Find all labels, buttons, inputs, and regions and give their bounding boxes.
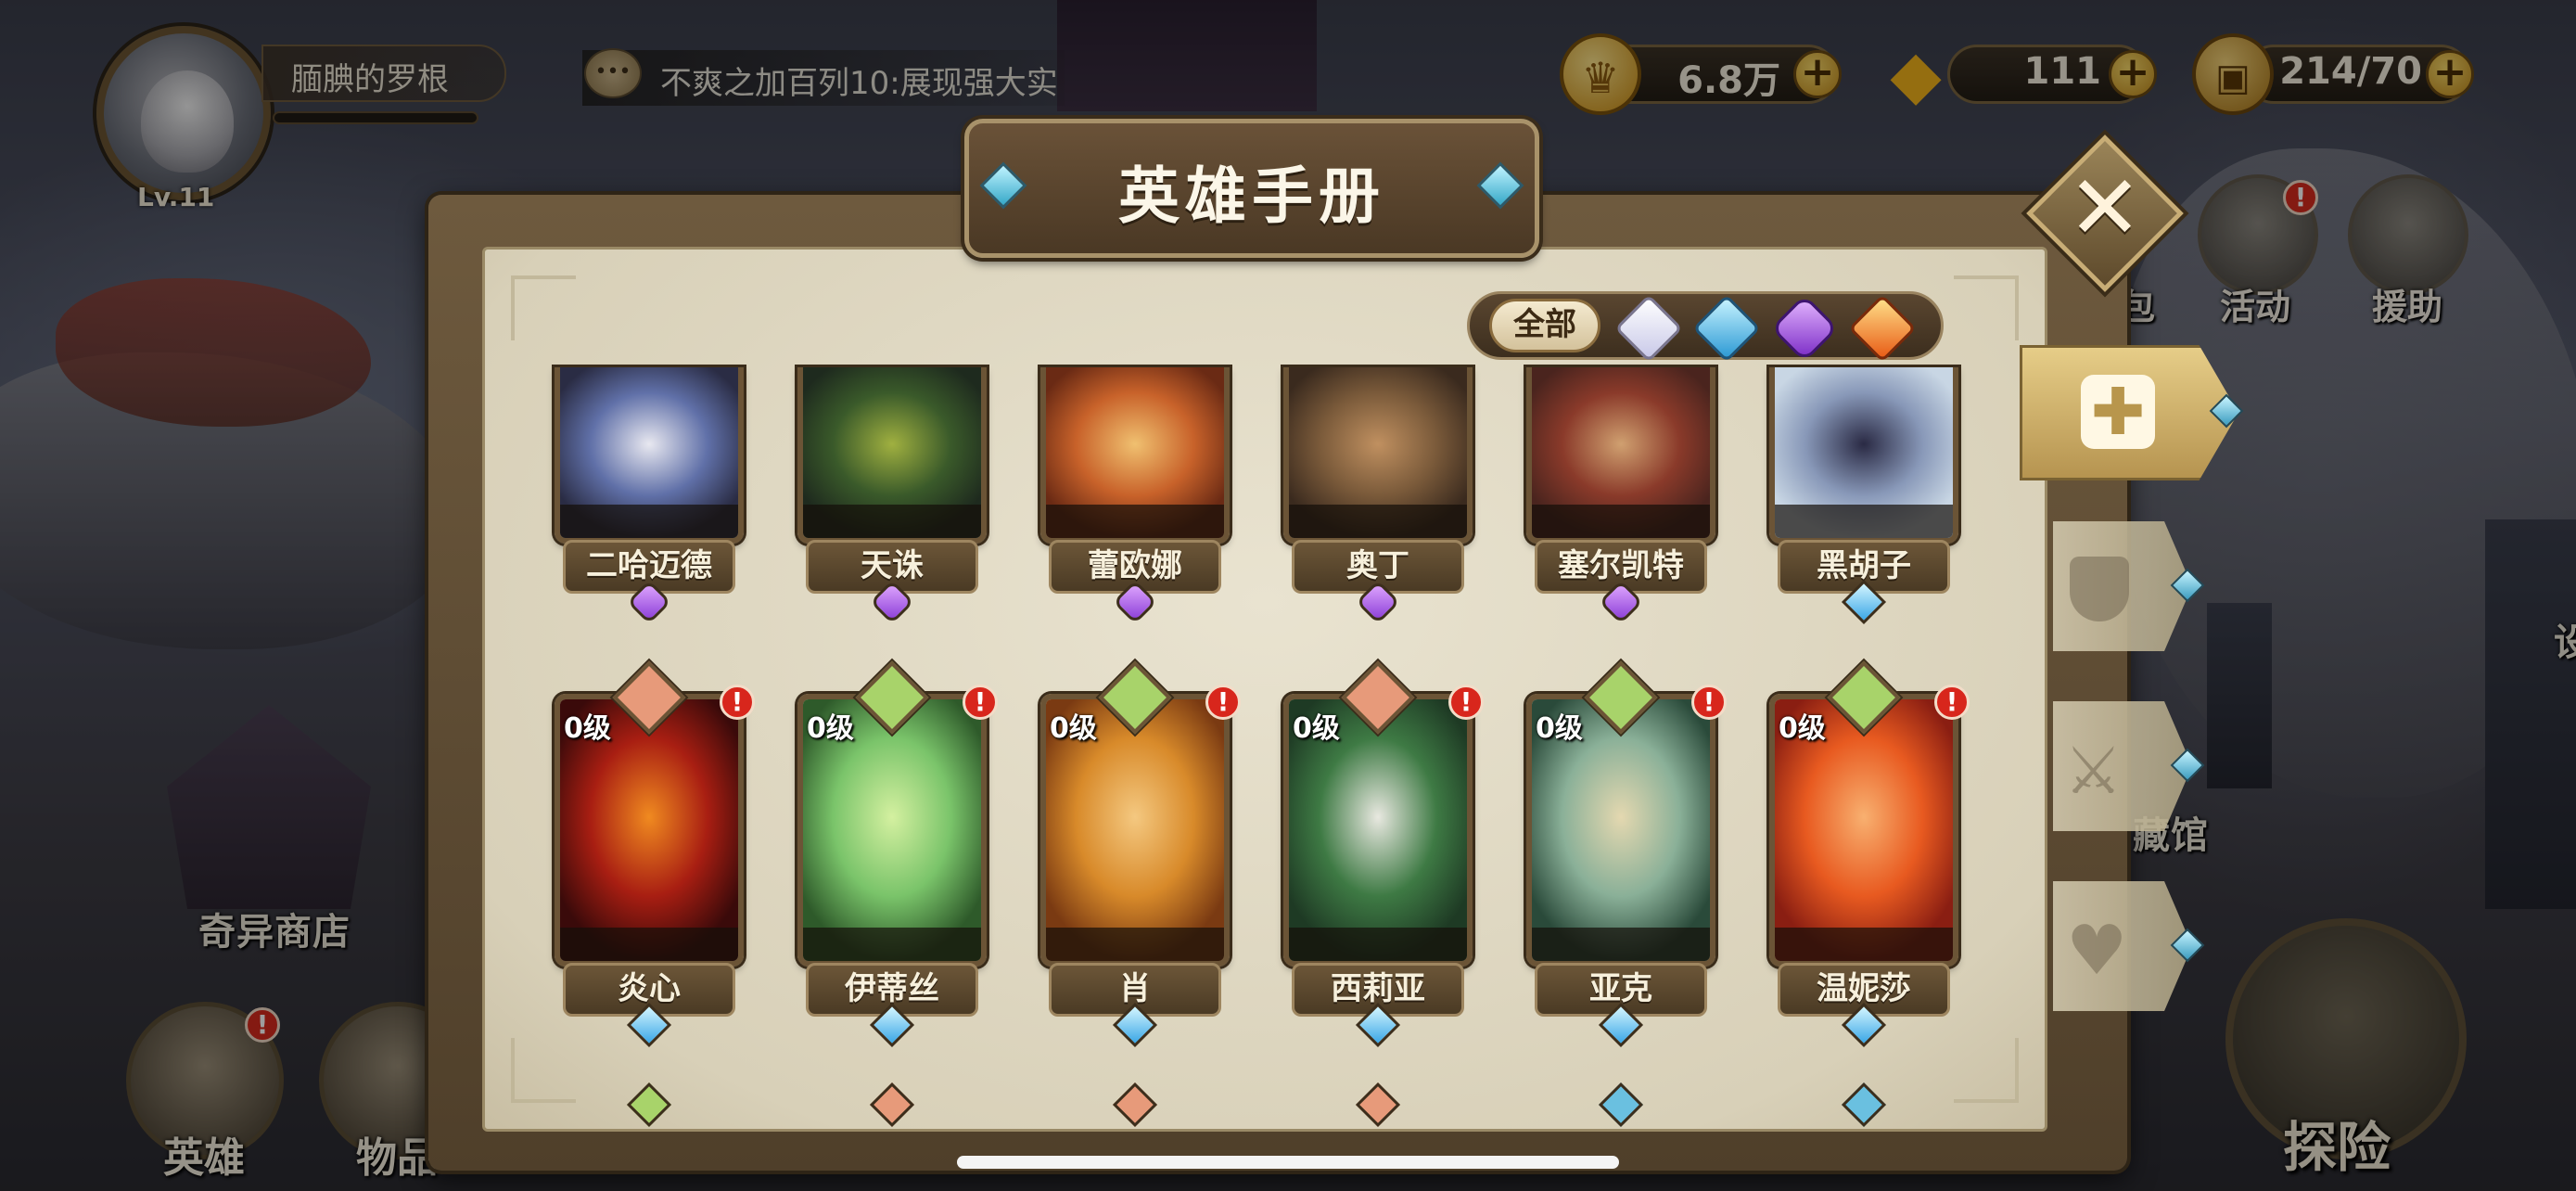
hero-level: 0级 — [1293, 712, 1340, 745]
hero-alert-badge: ! — [963, 685, 998, 720]
modal-title: 英雄手册 — [1118, 160, 1385, 232]
hero-level: 0级 — [1779, 712, 1826, 745]
portrait-shade — [1532, 505, 1710, 538]
hero-card[interactable] — [555, 367, 744, 544]
portrait-shade — [803, 505, 981, 538]
all-heroes-icon: ✚ — [2081, 375, 2155, 449]
hero-card[interactable] — [1283, 367, 1473, 544]
hero-alert-badge: ! — [1205, 685, 1241, 720]
corner-ornament — [511, 275, 576, 340]
hero-alert-badge: ! — [720, 685, 755, 720]
portrait-shade — [1775, 505, 1953, 538]
portrait-shade — [560, 505, 738, 538]
hero-alert-badge: ! — [1691, 685, 1727, 720]
portrait-shade — [1046, 928, 1224, 961]
corner-ornament — [1954, 1038, 2019, 1103]
hero-card[interactable] — [1526, 367, 1715, 544]
portrait-shade — [560, 928, 738, 961]
portrait-shade — [1775, 928, 1953, 961]
hero-card[interactable] — [797, 367, 987, 544]
hero-card[interactable] — [1040, 367, 1230, 544]
portrait-shade — [1046, 505, 1224, 538]
hero-alert-badge: ! — [1934, 685, 1970, 720]
hero-card[interactable] — [1769, 367, 1958, 544]
portrait-shade — [1289, 505, 1467, 538]
corner-ornament — [511, 1038, 576, 1103]
corner-ornament — [1954, 275, 2019, 340]
hero-level: 0级 — [1536, 712, 1583, 745]
hero-level: 0级 — [1050, 712, 1097, 745]
hero-alert-badge: ! — [1448, 685, 1484, 720]
heart-icon: ♥ — [2066, 911, 2128, 991]
hero-level: 0级 — [807, 712, 854, 745]
sword-icon: ⚔ — [2064, 733, 2123, 809]
home-indicator[interactable] — [957, 1156, 1619, 1169]
portrait-shade — [1289, 928, 1467, 961]
portrait-shade — [1532, 928, 1710, 961]
close-icon[interactable]: ✕ — [2049, 152, 2161, 263]
portrait-shade — [803, 928, 981, 961]
filter-all-button[interactable]: 全部 — [1489, 299, 1600, 352]
hero-level: 0级 — [564, 712, 611, 745]
shield-icon — [2070, 557, 2129, 621]
